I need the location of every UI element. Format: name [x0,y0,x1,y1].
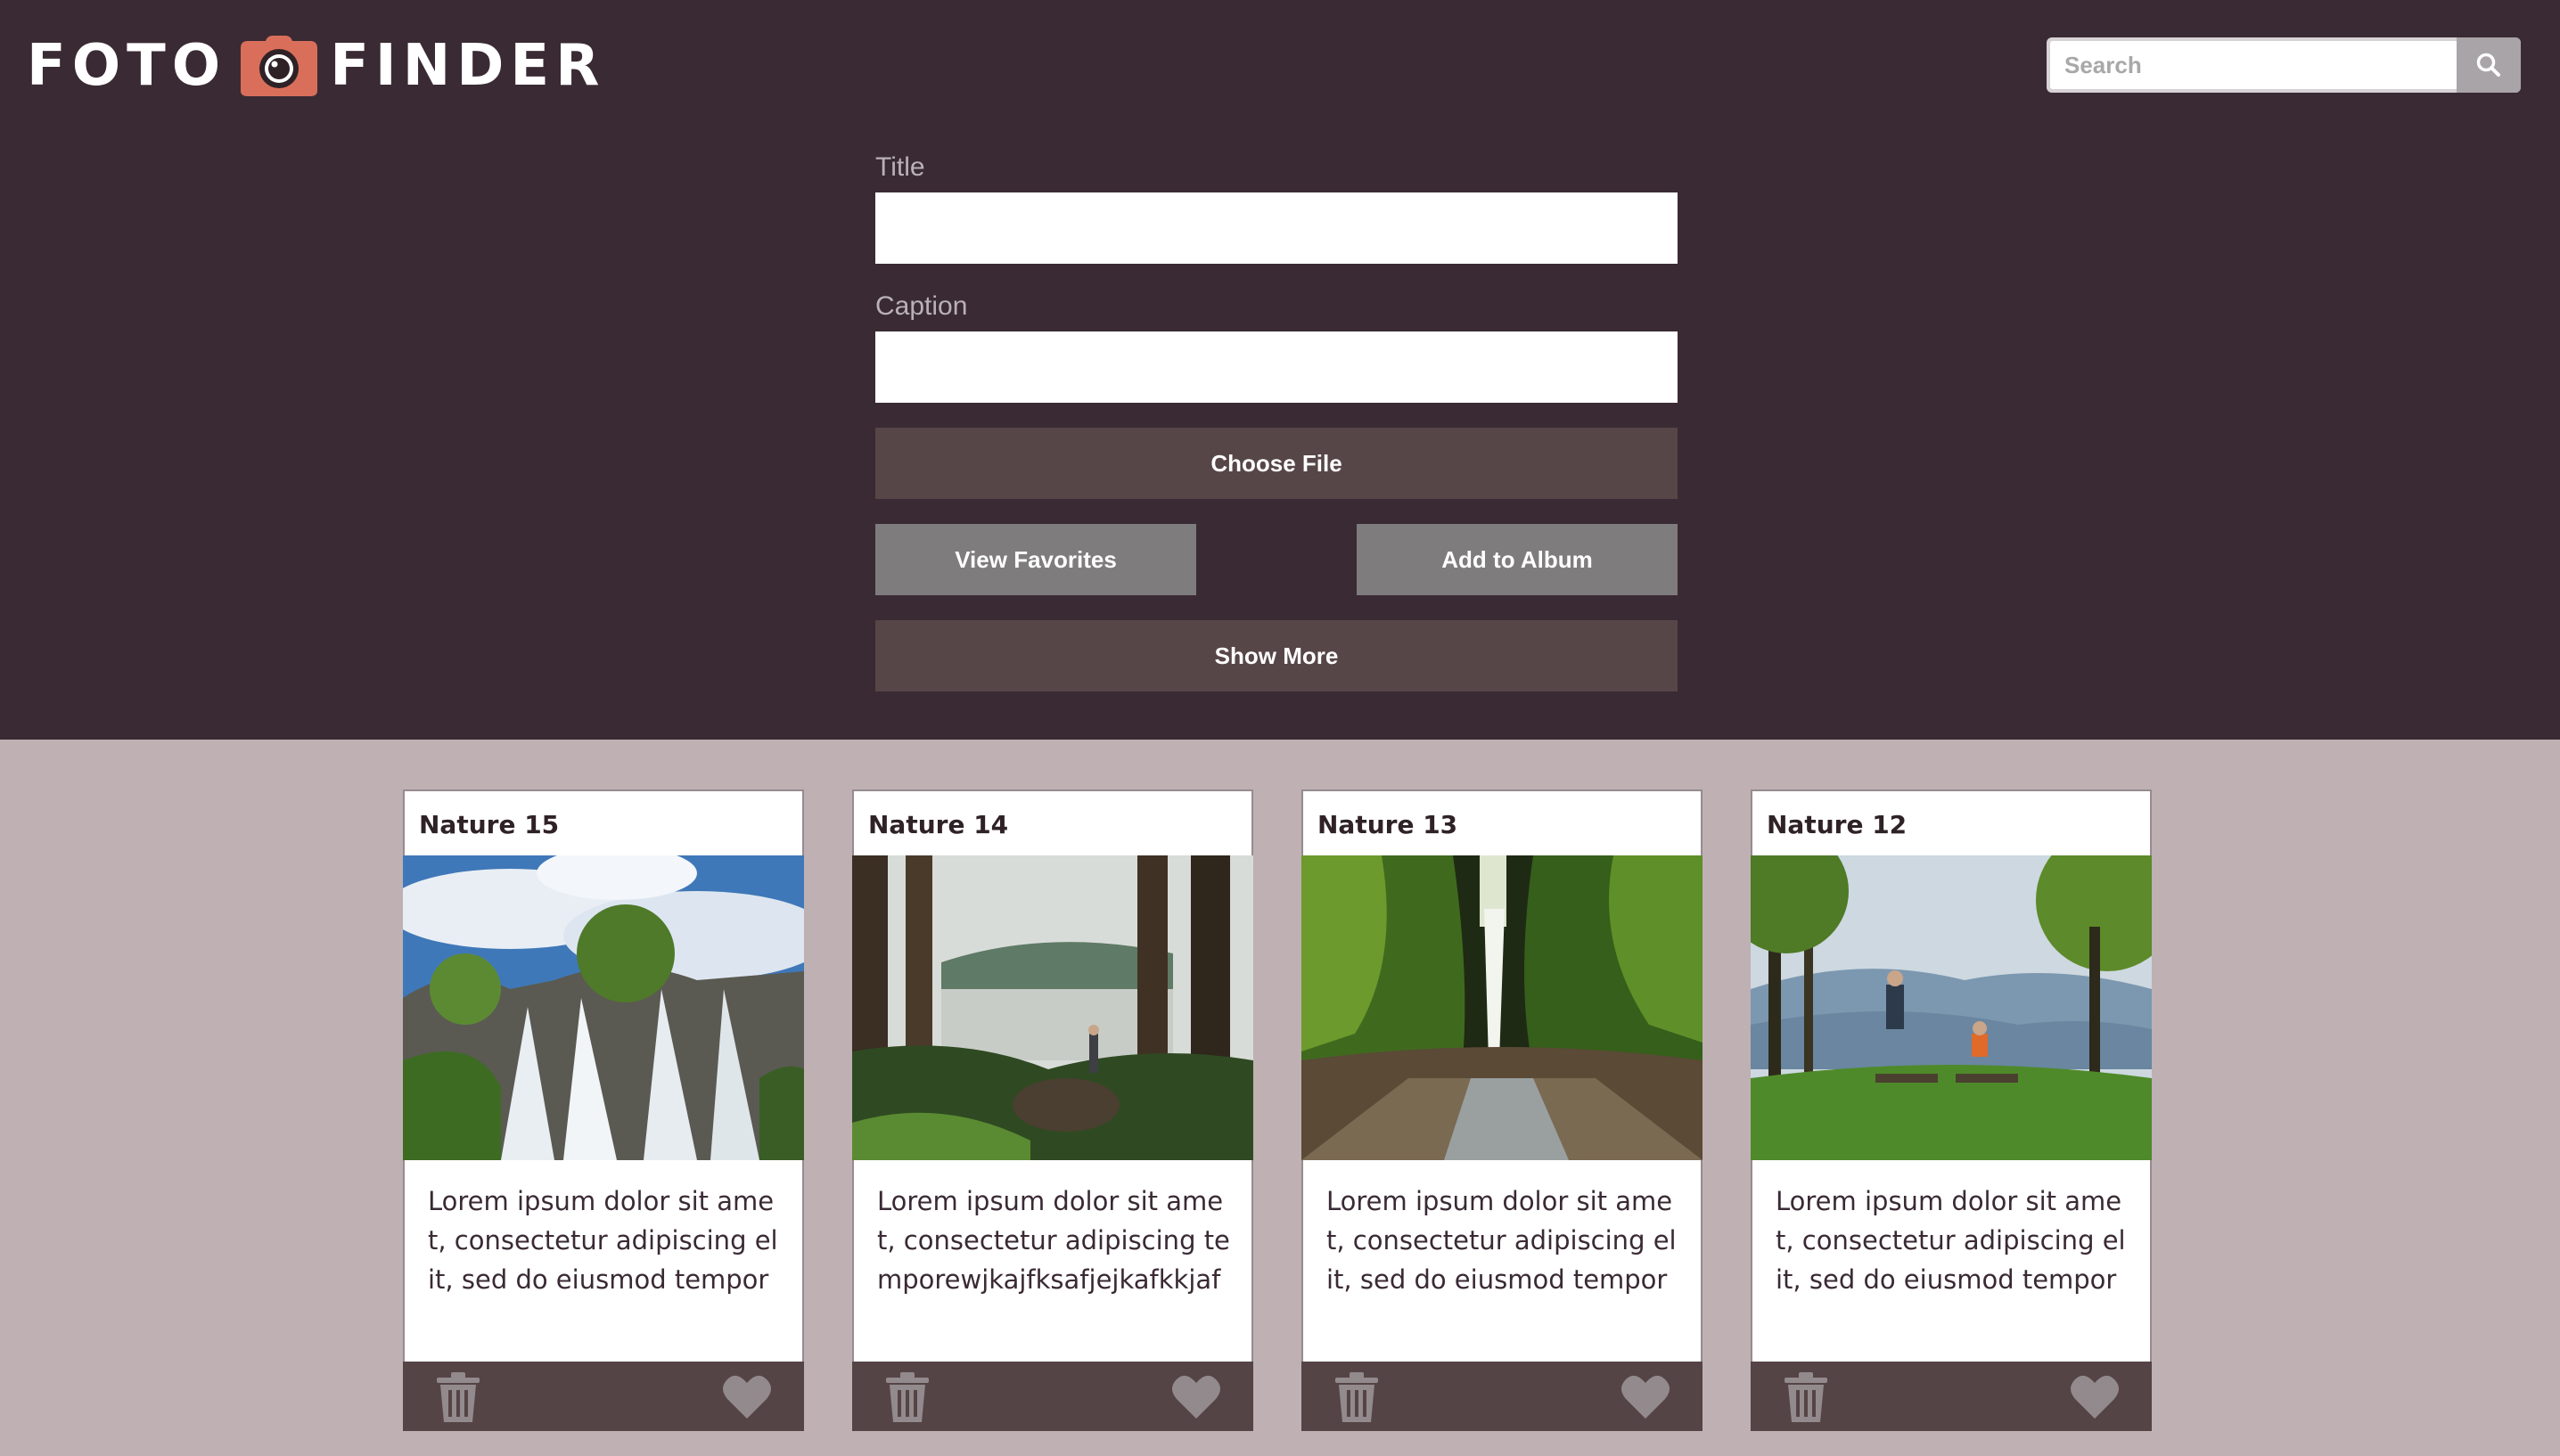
view-favorites-button[interactable]: View Favorites [875,524,1196,595]
photo-card: Nature 13 Lorem ipsum dolor sit amet, co… [1301,789,1703,1431]
logo[interactable]: FOTO FINDER [27,34,605,98]
app-header: FOTO FINDER Title Caption Choose File Vi… [0,0,2560,740]
trash-icon[interactable] [1333,1370,1380,1424]
add-to-album-button[interactable]: Add to Album [1357,524,1678,595]
search-button[interactable] [2457,37,2521,93]
upload-form: Title Caption Choose File View Favorites… [875,150,1678,691]
camera-icon [241,36,318,96]
trash-icon[interactable] [1783,1370,1829,1424]
card-caption: Lorem ipsum dolor sit amet, consectetur … [1776,1186,2126,1295]
heart-icon[interactable] [722,1372,772,1420]
card-photo[interactable] [852,855,1253,1160]
caption-input[interactable] [875,331,1678,403]
photo-card: Nature 15 Lorem ipsum dolor sit amet, co… [403,789,804,1431]
choose-file-button[interactable]: Choose File [875,428,1678,499]
card-caption: Lorem ipsum dolor sit amet, consectetur … [428,1186,778,1295]
card-title: Nature 15 [419,810,560,839]
card-title: Nature 12 [1767,810,1908,839]
heart-icon[interactable] [1171,1372,1221,1420]
card-title: Nature 14 [868,810,1009,839]
card-footer [1751,1362,2152,1431]
caption-label: Caption [875,291,968,321]
logo-word-foto: FOTO [27,33,227,99]
photo-card: Nature 12 Lorem ipsum dolor sit amet, co… [1751,789,2152,1431]
card-title: Nature 13 [1317,810,1458,839]
title-input[interactable] [875,192,1678,264]
logo-word-finder: FINDER [330,33,606,99]
heart-icon[interactable] [2070,1372,2120,1420]
trash-icon[interactable] [884,1370,931,1424]
search-bar [2047,37,2521,93]
heart-icon[interactable] [1621,1372,1670,1420]
search-icon [2476,53,2500,77]
search-input[interactable] [2050,41,2457,89]
trash-icon[interactable] [435,1370,481,1424]
title-label: Title [875,152,925,182]
photo-card: Nature 14 Lorem ipsum dolor sit amet, co… [852,789,1253,1431]
card-footer [852,1362,1253,1431]
card-footer [403,1362,804,1431]
show-more-button[interactable]: Show More [875,620,1678,691]
card-caption: Lorem ipsum dolor sit amet, consectetur … [1326,1186,1677,1295]
card-photo[interactable] [1751,855,2152,1160]
card-caption: Lorem ipsum dolor sit amet, consectetur … [877,1186,1230,1295]
action-button-row: View Favorites Add to Album [875,524,1678,595]
card-footer [1301,1362,1703,1431]
card-photo[interactable] [403,855,804,1160]
card-photo[interactable] [1301,855,1703,1160]
